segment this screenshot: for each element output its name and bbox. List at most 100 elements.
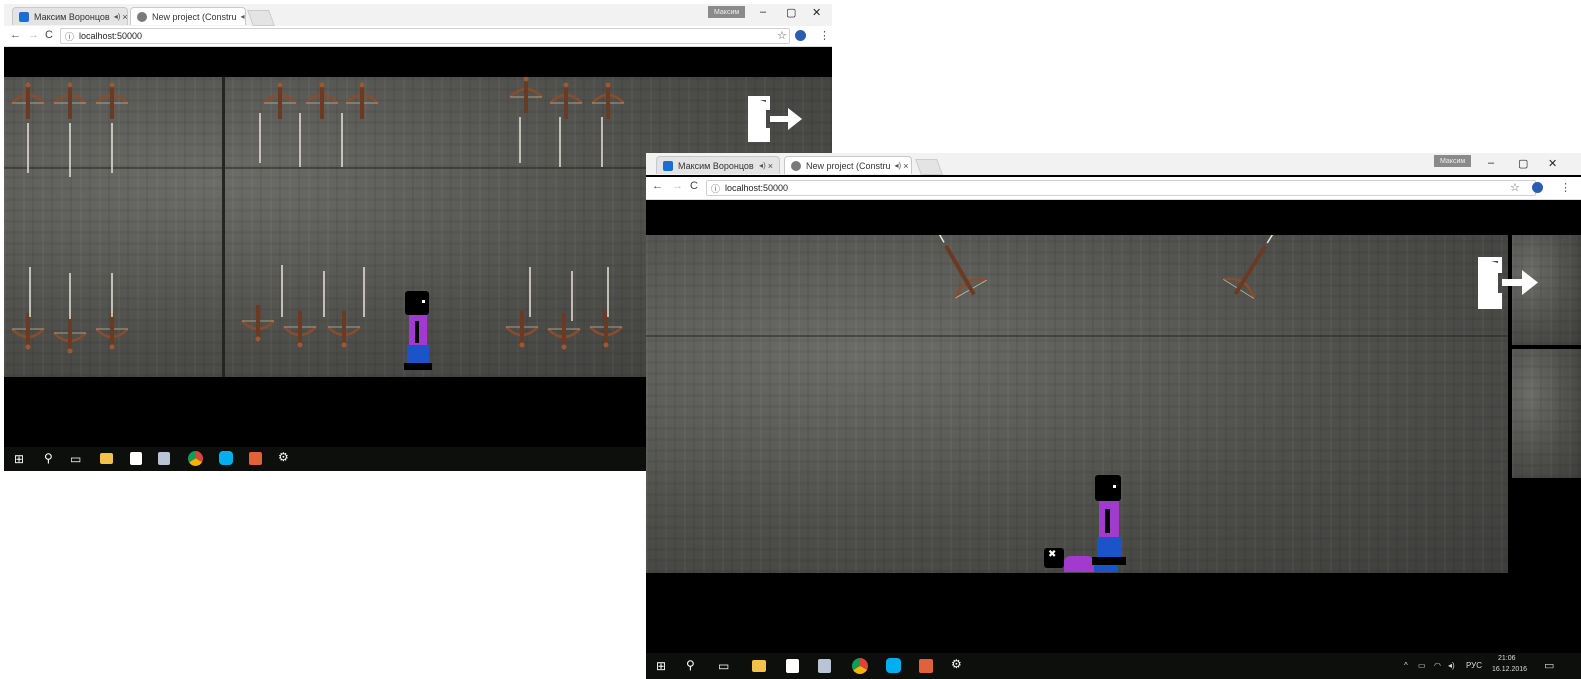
search-icon[interactable]: ⚲ bbox=[686, 658, 695, 672]
settings-icon[interactable]: ⚙ bbox=[951, 657, 962, 671]
browser-toolbar: ← → C ⓘ localhost:50000 ☆ ⋮ bbox=[646, 177, 1581, 200]
battery-icon[interactable]: ▭ bbox=[1418, 661, 1426, 670]
chrome-icon[interactable] bbox=[852, 658, 868, 674]
address-bar[interactable]: ⓘ localhost:50000 bbox=[706, 180, 1536, 196]
crossbow-trap bbox=[10, 81, 46, 173]
minimize-button[interactable]: – bbox=[1488, 157, 1494, 169]
tab-vk-profile[interactable]: Максим Воронцов ◂) × bbox=[12, 7, 128, 25]
skype-icon[interactable] bbox=[219, 451, 233, 465]
tab-vk-profile[interactable]: Максим Воронцов ◂) × bbox=[656, 156, 780, 174]
volume-icon[interactable]: ◂) bbox=[1448, 661, 1455, 670]
windows-start-icon[interactable]: ⊞ bbox=[656, 659, 666, 673]
paint-icon[interactable] bbox=[249, 452, 262, 465]
task-view-icon[interactable]: ▭ bbox=[718, 659, 729, 673]
star-icon[interactable]: ☆ bbox=[1510, 181, 1520, 194]
browser-toolbar: ← → C ⓘ localhost:50000 ☆ ⋮ bbox=[4, 26, 832, 47]
menu-dots-icon[interactable]: ⋮ bbox=[1560, 181, 1571, 194]
player-eye bbox=[1113, 485, 1116, 488]
tab-strip: Максим Воронцов ◂) × New project (Constr… bbox=[4, 4, 832, 26]
forward-arrow-icon[interactable]: → bbox=[672, 180, 683, 192]
extension-icon[interactable] bbox=[795, 30, 806, 41]
paint-icon[interactable] bbox=[919, 659, 933, 673]
menu-dots-icon[interactable]: ⋮ bbox=[819, 29, 830, 42]
player-head bbox=[1095, 475, 1121, 501]
crossbow-trap bbox=[590, 81, 626, 167]
notification-center-icon[interactable]: ▭ bbox=[1544, 659, 1554, 672]
construct-favicon-icon bbox=[791, 160, 801, 171]
new-tab-button[interactable] bbox=[247, 10, 275, 26]
crossbow-trap bbox=[548, 81, 584, 167]
user-badge[interactable]: Максим bbox=[708, 6, 746, 18]
extension-icon[interactable] bbox=[1532, 182, 1543, 193]
file-explorer-icon[interactable] bbox=[100, 453, 113, 464]
chrome-icon[interactable] bbox=[188, 451, 203, 466]
task-view-icon[interactable]: ▭ bbox=[70, 452, 81, 466]
maximize-button[interactable]: ▢ bbox=[786, 6, 796, 19]
crossbow-trap bbox=[508, 77, 544, 163]
exit-door-icon[interactable] bbox=[1476, 255, 1540, 311]
clock-date[interactable]: 16.12.2016 bbox=[1492, 666, 1527, 673]
audio-icon[interactable]: ◂) bbox=[755, 161, 766, 170]
player-feet bbox=[1092, 557, 1126, 565]
crossbow-trap bbox=[52, 273, 88, 355]
close-tab-icon[interactable]: × bbox=[901, 161, 908, 171]
close-tab-icon[interactable]: × bbox=[766, 161, 773, 171]
user-badge[interactable]: Максим bbox=[1434, 155, 1472, 167]
crossbow-trap bbox=[94, 81, 130, 173]
crossbow-trap bbox=[933, 235, 987, 299]
player-eye bbox=[422, 300, 425, 303]
wifi-icon[interactable]: ◠ bbox=[1434, 661, 1441, 670]
crossbow-trap bbox=[281, 265, 318, 349]
fallen-character-body bbox=[1064, 556, 1094, 572]
crossbow-trap bbox=[344, 81, 380, 121]
store-icon[interactable] bbox=[786, 659, 799, 673]
maximize-button[interactable]: ▢ bbox=[1518, 157, 1528, 170]
player-feet bbox=[404, 363, 432, 370]
tab-strip: Максим Воронцов ◂) × New project (Constr… bbox=[646, 153, 1581, 175]
taskbar: ⊞ ⚲ ▭ ⚙ ^ ▭ ◠ ◂) РУС 21:06 16.12.2016 ▭ bbox=[646, 653, 1581, 679]
notes-icon[interactable] bbox=[158, 452, 170, 465]
info-icon[interactable]: ⓘ bbox=[711, 182, 720, 195]
crossbow-trap bbox=[240, 303, 276, 343]
forward-arrow-icon[interactable]: → bbox=[28, 29, 39, 41]
settings-icon[interactable]: ⚙ bbox=[278, 450, 289, 464]
address-text: localhost:50000 bbox=[79, 31, 143, 41]
audio-icon[interactable]: ◂) bbox=[891, 161, 902, 170]
close-button[interactable]: ✕ bbox=[812, 6, 821, 19]
fallen-character-head: ✖ bbox=[1044, 548, 1064, 568]
search-icon[interactable]: ⚲ bbox=[44, 451, 53, 465]
tab-title: Максим Воронцов bbox=[678, 160, 754, 171]
reload-icon[interactable]: C bbox=[690, 180, 698, 192]
back-arrow-icon[interactable]: ← bbox=[10, 29, 21, 41]
back-arrow-icon[interactable]: ← bbox=[652, 180, 663, 192]
ground-platform bbox=[646, 573, 1581, 653]
address-bar[interactable]: ⓘ localhost:50000 bbox=[60, 28, 790, 44]
tab-new-project[interactable]: New project (Constru ◂) × bbox=[130, 7, 246, 25]
audio-icon[interactable]: ◂) bbox=[237, 12, 245, 21]
reload-icon[interactable]: C bbox=[45, 29, 53, 41]
info-icon[interactable]: ⓘ bbox=[65, 30, 74, 43]
star-icon[interactable]: ☆ bbox=[777, 29, 787, 42]
tab-new-project[interactable]: New project (Constru ◂) × bbox=[784, 156, 912, 174]
new-tab-button[interactable] bbox=[915, 159, 943, 175]
crossbow-trap bbox=[52, 81, 88, 177]
game-canvas[interactable]: ✖ ⊞ ⚲ ▭ ⚙ ^ ▭ ◠ ◂) РУС 21:06 16.12.2016 … bbox=[646, 200, 1581, 679]
close-button[interactable]: ✕ bbox=[1548, 157, 1557, 170]
tray-chevron-icon[interactable]: ^ bbox=[1404, 661, 1408, 670]
notes-icon[interactable] bbox=[818, 659, 831, 673]
crossbow-trap bbox=[504, 267, 540, 349]
vk-favicon-icon bbox=[663, 160, 673, 171]
close-tab-icon[interactable]: × bbox=[120, 12, 127, 22]
language-indicator[interactable]: РУС bbox=[1466, 661, 1482, 670]
crossbow-trap bbox=[323, 267, 365, 349]
clock-time[interactable]: 21:06 bbox=[1498, 655, 1516, 662]
crossbow-trap bbox=[588, 267, 624, 349]
store-icon[interactable] bbox=[130, 452, 142, 465]
exit-door-icon[interactable] bbox=[746, 94, 804, 144]
skype-icon[interactable] bbox=[886, 658, 901, 673]
windows-start-icon[interactable]: ⊞ bbox=[14, 452, 24, 466]
minimize-button[interactable]: – bbox=[760, 6, 766, 18]
file-explorer-icon[interactable] bbox=[752, 660, 766, 672]
tab-title: Максим Воронцов bbox=[34, 11, 110, 22]
audio-icon[interactable]: ◂) bbox=[110, 12, 121, 21]
